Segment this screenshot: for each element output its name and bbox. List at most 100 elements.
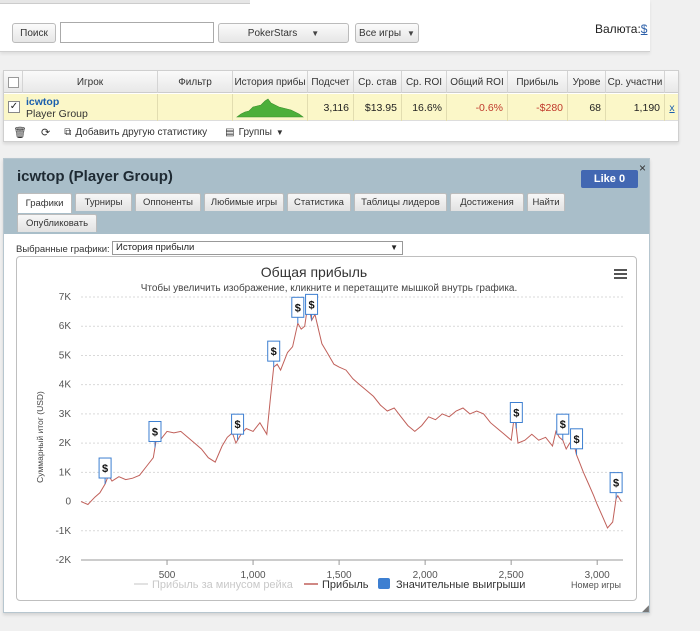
marker-label: $ bbox=[102, 463, 108, 475]
y-tick-label: 4K bbox=[59, 380, 72, 391]
marker-label: $ bbox=[271, 346, 277, 358]
significant-win-marker[interactable]: $ bbox=[509, 402, 523, 429]
significant-win-marker[interactable]: $ bbox=[291, 296, 305, 324]
significant-win-marker[interactable]: $ bbox=[267, 340, 281, 368]
marker-label: $ bbox=[295, 302, 301, 314]
legend-item[interactable]: Прибыль за минусом рейка bbox=[134, 579, 294, 591]
chevron-down-icon: ▼ bbox=[311, 28, 320, 38]
total-roi-cell: -0.6% bbox=[447, 94, 508, 121]
like-label: Like 0 bbox=[593, 173, 626, 185]
avg-stake-cell: $13.95 bbox=[354, 94, 402, 121]
tab-search[interactable]: Найти bbox=[527, 193, 565, 211]
y-tick-label: 7K bbox=[59, 292, 72, 303]
header-checkbox[interactable] bbox=[4, 71, 23, 93]
marker-label: $ bbox=[573, 434, 579, 446]
top-toolbar: Поиск PokerStars ▼ Все игры ▼ Валюта:$ bbox=[0, 0, 650, 52]
profit-chart[interactable]: Общая прибыль Чтобы увеличить изображени… bbox=[17, 257, 636, 600]
selected-graphs-label: Выбранные графики: bbox=[16, 244, 110, 255]
y-tick-label: -1K bbox=[55, 526, 71, 537]
chevron-down-icon: ▼ bbox=[275, 127, 284, 137]
column-header[interactable]: Ср. став bbox=[354, 71, 402, 93]
column-header[interactable]: Урове bbox=[568, 71, 606, 93]
marker-label: $ bbox=[513, 408, 519, 420]
stats-table: Игрок Фильтр История прибы Подсчет Ср. с… bbox=[3, 70, 679, 142]
currency-label: Валюта: bbox=[595, 22, 641, 36]
tab-leaderboards[interactable]: Таблицы лидеров bbox=[354, 193, 447, 211]
tab-opponents[interactable]: Оппоненты bbox=[135, 193, 201, 211]
search-button-label: Поиск bbox=[20, 27, 48, 39]
column-header[interactable]: Игрок bbox=[23, 71, 158, 93]
y-tick-label: 5K bbox=[59, 350, 72, 361]
panel-title: icwtop (Player Group) bbox=[17, 168, 173, 185]
site-select-value: PokerStars bbox=[247, 27, 298, 39]
column-header[interactable]: Ср. участни bbox=[606, 71, 665, 93]
refresh-icon[interactable]: ⟳ bbox=[41, 126, 50, 139]
table-header: Игрок Фильтр История прибы Подсчет Ср. с… bbox=[4, 71, 678, 93]
player-cell: icwtop Player Group bbox=[23, 94, 158, 121]
profit-cell: -$280 bbox=[508, 94, 568, 121]
tab-favorite-games[interactable]: Любимые игры bbox=[204, 193, 284, 211]
resize-handle-icon[interactable]: ◢ bbox=[642, 603, 649, 614]
count-cell: 3,116 bbox=[308, 94, 354, 121]
column-header[interactable]: История прибы bbox=[233, 71, 308, 93]
y-tick-label: 2K bbox=[59, 438, 72, 449]
table-row[interactable]: ✓ icwtop Player Group 3,116 $13.95 16.6%… bbox=[4, 94, 678, 121]
avg-entrants-cell: 1,190 bbox=[606, 94, 665, 121]
site-select[interactable]: PokerStars ▼ bbox=[218, 23, 349, 43]
menu-icon[interactable] bbox=[614, 269, 627, 279]
tab-charts[interactable]: Графики bbox=[17, 193, 72, 213]
currency-selector[interactable]: Валюта:$ bbox=[595, 22, 647, 36]
legend-item[interactable]: Прибыль bbox=[304, 579, 369, 591]
currency-value[interactable]: $ bbox=[641, 22, 648, 36]
column-header[interactable]: Ср. ROI bbox=[402, 71, 447, 93]
significant-win-marker[interactable]: $ bbox=[98, 457, 112, 485]
games-select[interactable]: Все игры ▼ bbox=[355, 23, 419, 43]
y-tick-label: 0 bbox=[65, 497, 71, 508]
profit-history-sparkline[interactable] bbox=[233, 94, 308, 121]
column-header[interactable]: Подсчет bbox=[308, 71, 354, 93]
significant-win-marker[interactable]: $ bbox=[609, 472, 623, 499]
filter-cell bbox=[158, 94, 233, 121]
tab-statistics[interactable]: Статистика bbox=[287, 193, 351, 211]
y-tick-label: -2K bbox=[55, 555, 71, 566]
table-footer: 🗑 ⟳ ⧉ Добавить другую статистику ▤ Групп… bbox=[4, 122, 678, 142]
groups-menu[interactable]: Группы bbox=[239, 127, 272, 138]
facebook-like-button[interactable]: Like 0 bbox=[581, 170, 638, 188]
marker-label: $ bbox=[235, 419, 241, 431]
games-select-value: Все игры bbox=[359, 27, 402, 39]
graph-panel-header: icwtop (Player Group) Like 0 × Графики Т… bbox=[4, 159, 649, 234]
player-name-link[interactable]: icwtop bbox=[26, 96, 88, 108]
search-input[interactable] bbox=[60, 22, 214, 43]
legend-label: Прибыль bbox=[322, 579, 369, 591]
trash-icon[interactable]: 🗑 bbox=[13, 126, 27, 139]
sparkline-chart bbox=[236, 98, 304, 117]
column-header[interactable]: Общий ROI bbox=[447, 71, 508, 93]
y-tick-label: 1K bbox=[59, 467, 72, 478]
significant-win-marker[interactable]: $ bbox=[570, 428, 584, 455]
chart-title: Общая прибыль bbox=[261, 264, 367, 280]
tab-achievements[interactable]: Достижения bbox=[450, 193, 524, 211]
chevron-down-icon: ▼ bbox=[407, 28, 415, 38]
add-stat-link[interactable]: Добавить другую статистику bbox=[75, 127, 207, 138]
marker-label: $ bbox=[152, 426, 158, 438]
close-icon[interactable]: × bbox=[639, 161, 646, 175]
graph-select[interactable]: История прибыли ▼ bbox=[112, 241, 403, 255]
chart-subtitle: Чтобы увеличить изображение, кликните и … bbox=[141, 282, 518, 294]
chart-legend: Прибыль за минусом рейка Прибыль Значите… bbox=[134, 578, 525, 591]
tab-publish[interactable]: Опубликовать bbox=[17, 214, 97, 232]
column-header[interactable]: Прибыль bbox=[508, 71, 568, 93]
tab-tournaments[interactable]: Турниры bbox=[75, 193, 132, 211]
player-group: Player Group bbox=[26, 108, 88, 120]
avg-roi-cell: 16.6% bbox=[402, 94, 447, 121]
legend-item[interactable]: Значительные выигрыши bbox=[378, 578, 525, 591]
level-cell: 68 bbox=[568, 94, 606, 121]
add-stat-icon[interactable]: ⧉ bbox=[64, 127, 71, 138]
search-button[interactable]: Поиск bbox=[12, 23, 56, 43]
x-axis-label: Номер игры bbox=[571, 580, 621, 590]
legend-label: Значительные выигрыши bbox=[396, 579, 525, 591]
column-header[interactable]: Фильтр bbox=[158, 71, 233, 93]
remove-row-button[interactable]: x bbox=[665, 94, 679, 121]
row-checkbox[interactable]: ✓ bbox=[8, 101, 20, 113]
groups-icon: ▤ bbox=[225, 126, 235, 138]
chart-container[interactable]: Общая прибыль Чтобы увеличить изображени… bbox=[16, 256, 637, 601]
